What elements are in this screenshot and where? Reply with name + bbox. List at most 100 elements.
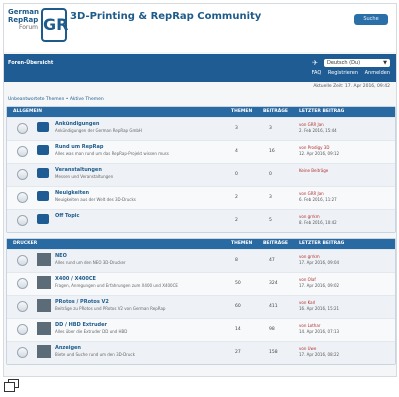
forum-description: Messen und Veranstaltungen bbox=[55, 174, 114, 179]
logo-line-2: RepRap bbox=[8, 16, 39, 24]
forum-icon bbox=[37, 345, 51, 358]
forum-name[interactable]: Rund um RepRap bbox=[55, 144, 103, 150]
user-links: FAQ Registrieren Anmelden bbox=[307, 70, 390, 76]
topic-count: 60 bbox=[235, 304, 241, 309]
board-index-link[interactable]: Foren-Übersicht bbox=[8, 60, 53, 66]
restore-window-icon[interactable] bbox=[4, 379, 19, 392]
forum-name[interactable]: Veranstaltungen bbox=[55, 167, 102, 173]
forum-row[interactable]: Anzeigen Biete und Suche rund um den 3D-D… bbox=[7, 341, 395, 364]
last-post-date: 16. Apr 2016, 15:21 bbox=[299, 306, 340, 311]
topic-count: 4 bbox=[235, 149, 238, 154]
topic-count: 50 bbox=[235, 281, 241, 286]
last-post[interactable]: Keine Beiträge bbox=[299, 168, 328, 174]
forum-row[interactable]: Veranstaltungen Messen und Veranstaltunge… bbox=[7, 163, 395, 186]
last-post-date: 17. Apr 2016, 09:02 bbox=[299, 283, 340, 288]
section-header: DRUCKER THEMEN BEITRÄGE LETZTER BEITRAG bbox=[7, 239, 395, 249]
logo-line-3: Forum bbox=[18, 24, 38, 31]
login-link[interactable]: Anmelden bbox=[365, 70, 390, 76]
read-status-icon bbox=[17, 324, 28, 335]
last-post[interactable]: von grrkm 17. Apr 2016, 09:04 bbox=[299, 254, 339, 266]
last-post[interactable]: von Olaf 17. Apr 2016, 09:02 bbox=[299, 277, 339, 289]
last-post-author[interactable]: Keine Beiträge bbox=[299, 168, 328, 174]
logo-mark-icon[interactable]: GR bbox=[41, 8, 68, 42]
logo-line-1: German bbox=[8, 8, 39, 16]
forum-name[interactable]: Off Topic bbox=[55, 213, 79, 219]
forum-icon bbox=[37, 145, 49, 155]
forum-name[interactable]: DD / HBD Extruder bbox=[55, 322, 107, 328]
read-status-icon bbox=[17, 215, 28, 226]
col-posts: BEITRÄGE bbox=[263, 109, 288, 114]
browser-frame: German RepRap Forum GR 3D-Printing & Rep… bbox=[3, 3, 397, 377]
site-logo[interactable]: German RepRap Forum bbox=[8, 8, 39, 32]
section-title: DRUCKER bbox=[13, 241, 38, 246]
forum-row[interactable]: Off Topic 2 5 von grrkm 8. Feb 2016, 10:42 bbox=[7, 209, 395, 232]
read-status-icon bbox=[17, 301, 28, 312]
paper-plane-icon: ✈ bbox=[312, 59, 318, 67]
forum-description: Alles über die Extruder DD und HBD bbox=[55, 329, 128, 334]
forum-description: Neuigkeiten aus der Welt des 3D-Drucks bbox=[55, 197, 136, 202]
forum-name[interactable]: PRotos / PRotos V2 bbox=[55, 299, 109, 305]
section-title: ALLGEMEIN bbox=[13, 109, 42, 114]
forum-description: Alles rund um den NEO 3D-Drucker bbox=[55, 260, 126, 265]
language-select[interactable]: Deutsch (Du) ▼ bbox=[324, 59, 390, 67]
forum-row[interactable]: DD / HBD Extruder Alles über die Extruder… bbox=[7, 318, 395, 341]
forum-row[interactable]: NEO Alles rund um den NEO 3D-Drucker 8 47 vo… bbox=[7, 249, 395, 272]
forum-description: Fragen, Anregungen und Erfahrungen zum X… bbox=[55, 283, 178, 288]
site-title: 3D-Printing & RepRap Community bbox=[70, 11, 262, 22]
read-status-icon bbox=[17, 347, 28, 358]
forum-row[interactable]: X400 / X400CE Fragen, Anregungen und Erfa… bbox=[7, 272, 395, 295]
last-post[interactable]: von GRR Jan 6. Feb 2016, 11:27 bbox=[299, 191, 337, 203]
post-count: 158 bbox=[269, 350, 278, 355]
forum-name[interactable]: X400 / X400CE bbox=[55, 276, 96, 282]
forum-icon bbox=[37, 322, 51, 335]
language-value: Deutsch (Du) bbox=[327, 60, 361, 66]
forum-row[interactable]: PRotos / PRotos V2 Beiträge zu PRotos und… bbox=[7, 295, 395, 318]
navbar: Foren-Übersicht ✈ Deutsch (Du) ▼ FAQ Reg… bbox=[4, 54, 396, 82]
last-post[interactable]: von Karl 16. Apr 2016, 15:21 bbox=[299, 300, 339, 312]
topic-count: 8 bbox=[235, 258, 238, 263]
register-link[interactable]: Registrieren bbox=[328, 70, 358, 76]
quick-links[interactable]: Unbeantwortete Themen • Aktive Themen bbox=[8, 97, 104, 102]
last-post-date: 8. Feb 2016, 10:42 bbox=[299, 220, 337, 225]
last-post[interactable]: von grrkm 8. Feb 2016, 10:42 bbox=[299, 214, 337, 226]
forum-row[interactable]: Rund um RepRap Alles was man rund um das … bbox=[7, 140, 395, 163]
topic-count: 27 bbox=[235, 350, 241, 355]
forum-row[interactable]: Ankündigungen Ankündigungen der German Re… bbox=[7, 117, 395, 140]
col-posts: BEITRÄGE bbox=[263, 241, 288, 246]
last-post[interactable]: von Prodigy 3D 12. Apr 2016, 09:12 bbox=[299, 145, 339, 157]
last-post-date: 6. Feb 2016, 11:27 bbox=[299, 197, 337, 202]
topic-count: 14 bbox=[235, 327, 241, 332]
topic-count: 3 bbox=[235, 126, 238, 131]
last-post[interactable]: von Lothar 14. Apr 2016, 07:13 bbox=[299, 323, 339, 335]
last-post-date: 17. Apr 2016, 09:04 bbox=[299, 260, 340, 265]
forum-name[interactable]: Neuigkeiten bbox=[55, 190, 89, 196]
read-status-icon bbox=[17, 169, 28, 180]
last-post-date: 2. Feb 2016, 15:44 bbox=[299, 128, 337, 133]
forum-icon bbox=[37, 168, 49, 178]
topic-count: 2 bbox=[235, 218, 238, 223]
forum-name[interactable]: Ankündigungen bbox=[55, 121, 99, 127]
col-last-post: LETZTER BEITRAG bbox=[299, 241, 345, 246]
read-status-icon bbox=[17, 192, 28, 203]
search-button[interactable]: Suche bbox=[354, 14, 388, 25]
post-count: 324 bbox=[269, 281, 278, 286]
forum-icon bbox=[37, 214, 49, 224]
forum-icon bbox=[37, 276, 51, 289]
last-post[interactable]: von Uwe 17. Apr 2016, 08:22 bbox=[299, 346, 339, 358]
read-status-icon bbox=[17, 278, 28, 289]
read-status-icon bbox=[17, 146, 28, 157]
site-header: German RepRap Forum GR 3D-Printing & Rep… bbox=[4, 4, 396, 52]
forum-icon bbox=[37, 253, 51, 266]
forum-row[interactable]: Neuigkeiten Neuigkeiten aus der Welt des … bbox=[7, 186, 395, 209]
col-topics: THEMEN bbox=[231, 109, 253, 114]
last-post[interactable]: von GRR Jan 2. Feb 2016, 15:44 bbox=[299, 122, 337, 134]
post-count: 98 bbox=[269, 327, 275, 332]
current-time: Aktuelle Zeit: 17. Apr 2016, 09:42 bbox=[313, 84, 390, 89]
forum-name[interactable]: NEO bbox=[55, 253, 67, 259]
forum-icon bbox=[37, 122, 49, 132]
topic-count: 2 bbox=[235, 195, 238, 200]
forum-name[interactable]: Anzeigen bbox=[55, 345, 81, 351]
faq-link[interactable]: FAQ bbox=[312, 70, 322, 76]
last-post-date: 14. Apr 2016, 07:13 bbox=[299, 329, 340, 334]
forum-description: Alles was man rund um das RepRap-Projekt… bbox=[55, 151, 169, 156]
